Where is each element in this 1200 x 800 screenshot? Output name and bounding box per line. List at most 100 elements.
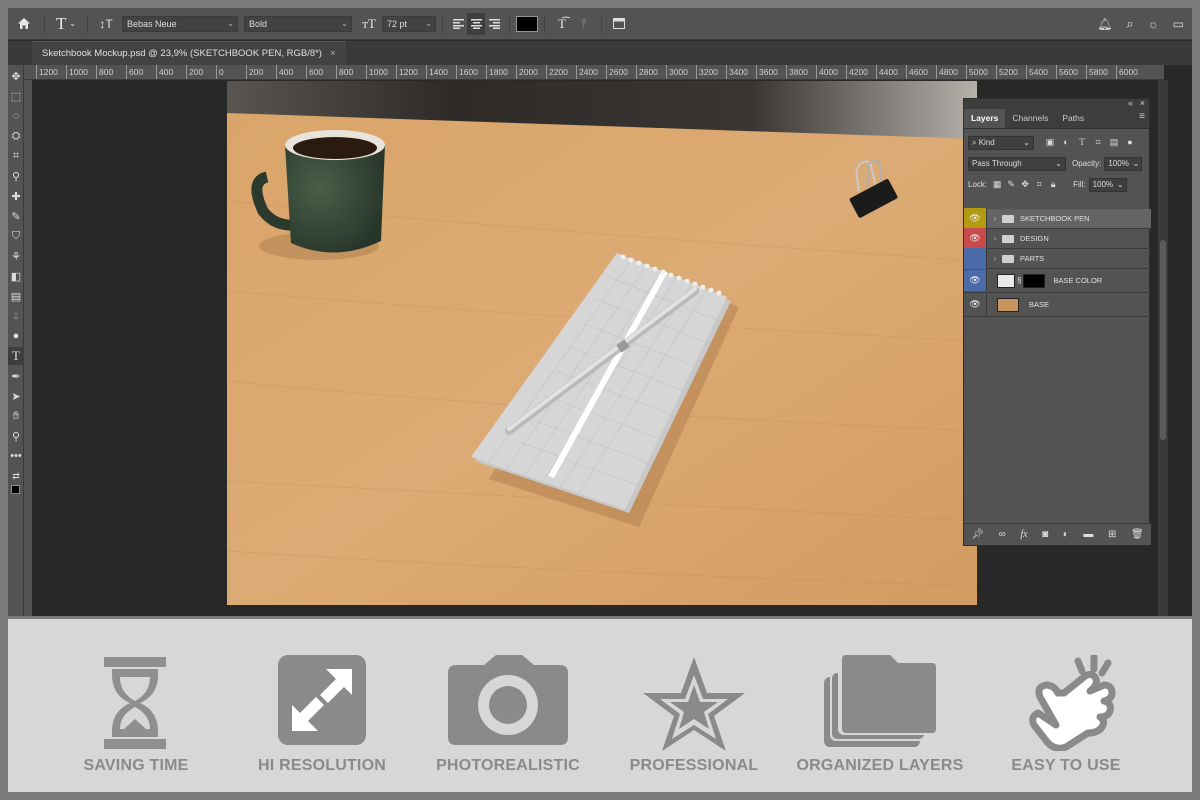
panel-menu-icon[interactable]: ≡ <box>1139 111 1145 122</box>
eraser-tool-icon[interactable]: ◧ <box>8 267 24 285</box>
spot-healing-icon[interactable]: ✚ <box>8 187 24 205</box>
pen-tool-icon[interactable]: ✒ <box>8 367 24 385</box>
chevron-right-icon[interactable]: › <box>990 234 1000 243</box>
brush-tool-icon[interactable]: ✎ <box>8 207 24 225</box>
hand-tool-icon[interactable]: ✋︎ <box>8 407 24 425</box>
text-color-swatch[interactable] <box>516 15 538 32</box>
text-orientation-icon[interactable]: ↕T <box>94 13 118 35</box>
panels-toggle-icon[interactable] <box>608 13 630 35</box>
align-center-icon[interactable] <box>467 12 485 35</box>
ruler-tick: 200 <box>186 65 203 79</box>
chevron-right-icon[interactable]: › <box>990 214 1000 223</box>
font-style-select[interactable]: Bold ⌄ <box>244 15 352 32</box>
move-tool-icon[interactable]: ✥ <box>8 67 24 85</box>
zoom-tool-icon[interactable]: ⚲ <box>8 427 24 445</box>
align-right-icon[interactable] <box>485 13 503 35</box>
align-left-icon[interactable] <box>449 13 467 35</box>
marquee-tool-icon[interactable]: ⬚ <box>8 87 24 105</box>
font-size-icon: тT <box>362 15 376 31</box>
lock-pixels-icon[interactable]: ✎ <box>1005 179 1017 190</box>
close-icon[interactable]: × <box>330 48 336 59</box>
font-size-select[interactable]: 72 pt ⌄ <box>382 15 436 32</box>
quick-select-icon[interactable]: ⛭ <box>8 127 24 145</box>
bell-icon[interactable]: 🔔︎ <box>1097 17 1112 31</box>
font-family-select[interactable]: Bebas Neue ⌄ <box>122 15 238 32</box>
swap-colors-icon[interactable]: ⇄ <box>8 467 24 485</box>
workspace-icon[interactable]: ▭ <box>1173 17 1184 31</box>
ruler-tick: 1000 <box>366 65 388 79</box>
crop-tool-icon[interactable]: ⌗ <box>8 147 24 165</box>
eye-icon[interactable]: 👁︎ <box>964 270 987 291</box>
path-select-icon[interactable]: ➤ <box>8 387 24 405</box>
lock-all-icon[interactable]: 🔒︎ <box>1047 179 1059 190</box>
filter-kind-value: Kind <box>978 137 995 147</box>
chevron-right-icon[interactable]: › <box>990 254 1000 263</box>
tab-paths[interactable]: Paths <box>1055 109 1091 128</box>
new-layer-icon[interactable]: ⊞ <box>1108 529 1116 540</box>
eye-icon[interactable]: 👁︎ <box>964 228 987 249</box>
lock-transparency-icon[interactable]: ▦ <box>991 179 1003 190</box>
link-layers-icon[interactable]: ∞ <box>999 529 1006 540</box>
document-tab[interactable]: Sketchbook Mockup.psd @ 23,9% (SKETCHBOO… <box>32 41 346 65</box>
vertical-scrollbar[interactable] <box>1158 80 1168 616</box>
layer-row[interactable]: 👁︎ › SKETCHBOOK PEN <box>964 208 1151 229</box>
type-tool-icon[interactable]: T <box>8 347 24 365</box>
options-bar-right: 🔔︎ ⌕ ☼ ▭ <box>1097 8 1184 40</box>
eye-icon[interactable]: 👁︎ <box>964 294 987 315</box>
tab-channels[interactable]: Channels <box>1005 109 1055 128</box>
filter-pixel-icon[interactable]: ▣ <box>1044 137 1056 148</box>
stamp-tool-icon[interactable]: ⛉ <box>8 227 24 245</box>
layer-mask-thumbnail[interactable] <box>1023 273 1046 288</box>
canvas-image[interactable] <box>227 81 977 605</box>
filter-type-icon[interactable]: T <box>1076 137 1088 148</box>
warp-text-icon[interactable]: T͡ <box>551 13 573 35</box>
trash-icon[interactable]: 🗑︎ <box>1131 529 1144 540</box>
history-brush-icon[interactable]: ⚘ <box>8 247 24 265</box>
foreground-color-swatch[interactable] <box>11 485 20 494</box>
adjustment-layer-icon[interactable]: ◐ <box>1063 529 1069 540</box>
chain-link-icon[interactable]: § <box>1017 276 1021 285</box>
lock-position-icon[interactable]: ✥ <box>1019 179 1031 190</box>
lasso-tool-icon[interactable]: ◌ <box>8 107 24 125</box>
opacity-label: Opacity: <box>1072 159 1102 168</box>
more-tools-icon[interactable]: ••• <box>8 447 24 465</box>
layer-style-icon[interactable]: fx <box>1020 529 1027 540</box>
collapse-icon[interactable]: « <box>1128 98 1133 108</box>
eyedropper-icon[interactable]: ⚲ <box>8 167 24 185</box>
eye-icon[interactable] <box>964 248 987 269</box>
scrollbar-thumb[interactable] <box>1160 240 1166 440</box>
lock-artboard-icon[interactable]: ⌗ <box>1033 179 1045 190</box>
filter-shape-icon[interactable]: ⌗ <box>1092 137 1104 148</box>
ruler-tick: 800 <box>336 65 353 79</box>
eye-icon[interactable]: 👁︎ <box>964 208 987 229</box>
filter-kind-select[interactable]: ⌕ Kind ⌄ <box>968 135 1034 150</box>
layer-row[interactable]: 👁︎ › DESIGN <box>964 228 1151 249</box>
home-icon[interactable] <box>10 13 38 35</box>
filter-smart-object-icon[interactable]: ▤ <box>1108 137 1120 148</box>
layer-row[interactable]: 👁︎ BASE <box>964 293 1151 317</box>
new-group-icon[interactable]: ▬ <box>1083 529 1093 540</box>
filter-toggle-icon[interactable]: ● <box>1124 137 1136 148</box>
layer-row[interactable]: › PARTS <box>964 248 1151 269</box>
tab-layers[interactable]: Layers <box>964 109 1006 128</box>
lightbulb-icon[interactable]: ☼ <box>1148 17 1159 31</box>
close-icon[interactable]: × <box>1140 98 1145 108</box>
character-panel-icon[interactable]: ⫯ <box>573 13 595 35</box>
type-tool-icon[interactable]: T ⌄ <box>51 13 81 35</box>
layer-name: DESIGN <box>1020 234 1049 243</box>
filter-adjustment-icon[interactable]: ◐ <box>1060 137 1072 148</box>
fill-field[interactable]: 100% ⌄ <box>1088 177 1127 192</box>
search-icon[interactable]: ⌕ <box>1126 16 1133 32</box>
blend-mode-select[interactable]: Pass Through ⌄ <box>968 156 1066 171</box>
opacity-field[interactable]: 100% ⌄ <box>1104 156 1143 171</box>
mockup-preview: T ⌄ ↕T Bebas Neue ⌄ Bold ⌄ тT 72 pt ⌄ T͡ ⫯ 🔔… <box>0 0 1200 800</box>
ruler-tick: 4800 <box>936 65 958 79</box>
pin-icon[interactable]: 📌︎ <box>971 529 984 540</box>
layer-row[interactable]: 👁︎ § BASE COLOR <box>964 269 1151 293</box>
dodge-tool-icon[interactable]: ● <box>8 327 24 345</box>
gradient-tool-icon[interactable]: ▤ <box>8 287 24 305</box>
ruler-tick: 2400 <box>576 65 598 79</box>
blur-tool-icon[interactable]: 💧︎ <box>8 307 24 325</box>
ruler-tick: 2600 <box>606 65 628 79</box>
add-mask-icon[interactable]: ◙ <box>1042 529 1048 540</box>
